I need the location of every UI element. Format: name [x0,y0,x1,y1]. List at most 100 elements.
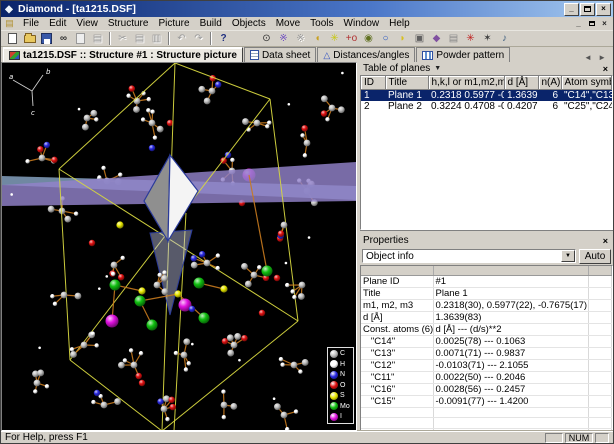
print-icon[interactable]: ▤ [89,31,106,46]
legend-ball-o [330,381,338,389]
property-row[interactable]: "C12"-0.0103(71) --- 2.1055 [361,359,612,371]
new-file-icon[interactable] [4,31,21,46]
properties-close-icon[interactable]: × [601,236,610,246]
property-label: "C12" [361,359,433,371]
property-value: 0.2318(30), 0.5977(22), -0.7675(17) [433,299,588,311]
document-icon[interactable]: ▤ [3,18,16,30]
menu-item-structure[interactable]: Structure [103,17,154,30]
crescent-icon[interactable]: ◗ [394,31,411,46]
property-value: d [Å] --- (d/s)**2 [433,323,588,335]
property-row[interactable]: Plane ID#1 [361,275,612,287]
property-row[interactable]: "C13"0.0071(71) --- 0.9837 [361,347,612,359]
spider-icon[interactable]: ✳ [462,31,479,46]
plane-id: 2 [361,101,385,112]
cell-icon[interactable]: ▣ [411,31,428,46]
tab-ta1215-dsf-structure-1-structu[interactable]: ta1215.DSF :: Structure #1 : Structure p… [3,47,243,62]
restore-button[interactable] [580,3,595,16]
close-button[interactable]: × [596,3,611,16]
tab-powder-pattern[interactable]: Powder pattern [416,47,510,62]
planes-column-header[interactable]: ID [361,76,385,89]
property-row[interactable]: "C14"0.0025(78) --- 0.1063 [361,335,612,347]
add-ligand-icon[interactable]: +o [343,31,360,46]
undo-icon[interactable]: ↶ [173,31,190,46]
window-title: Diamond - [ta1215.DSF] [18,3,136,15]
menu-item-picture[interactable]: Picture [153,17,194,30]
copy-icon[interactable]: ▤ [131,31,148,46]
menu-item-objects[interactable]: Objects [227,17,271,30]
add-atoms-icon[interactable]: ⊙ [258,31,275,46]
minimize-button[interactable]: _ [564,3,579,16]
planes-column-header[interactable]: h,k,l or m1,m2,m3 [428,76,504,89]
polyhedra-icon[interactable]: ◖ [309,31,326,46]
mdi-minimize-button[interactable]: _ [572,18,585,30]
legend-ball-mo [330,402,338,410]
plane-row[interactable]: 1Plane 10.2318 0.5977 -0.76751.36396"C14… [361,89,612,101]
toolbar-separator [210,32,212,45]
table-of-planes-close-icon[interactable]: × [601,64,610,74]
focus-icon[interactable]: ◉ [360,31,377,46]
redo-icon[interactable]: ↷ [190,31,207,46]
combo-dropdown-icon[interactable]: ▼ [561,250,575,262]
property-row[interactable]: "C11"0.0022(50) --- 0.2046 [361,371,612,383]
open-file-icon[interactable] [21,31,38,46]
ring-icon[interactable]: ○ [377,31,394,46]
menu-item-window[interactable]: Window [339,17,385,30]
planes-column-header[interactable]: Atom symbols [561,76,612,89]
legend-ball-n [330,371,338,379]
plane-id: 1 [361,89,385,101]
pane-menu-arrow-icon[interactable]: ▼ [434,65,441,72]
save-icon[interactable] [38,31,55,46]
property-row[interactable]: Const. atoms (6)d [Å] --- (d/s)**2 [361,323,612,335]
menu-item-edit[interactable]: Edit [44,17,71,30]
auto-button[interactable]: Auto [579,249,611,264]
menu-item-tools[interactable]: Tools [305,17,338,30]
legend-ball-i [330,413,338,421]
planes-column-header[interactable]: Title [385,76,428,89]
note-icon[interactable]: ♪ [496,31,513,46]
property-row[interactable]: d [Å]1.3639(83) [361,311,612,323]
tab-scroll-arrows[interactable]: ◄ ► [581,53,611,62]
property-row[interactable]: m1, m2, m30.2318(30), 0.5977(22), -0.767… [361,299,612,311]
plane-row[interactable]: 2Plane 20.3224 0.4708 -0.82120.42076"C25… [361,101,612,112]
cut-icon[interactable]: ✂ [114,31,131,46]
print-preview-icon[interactable] [72,31,89,46]
plane-atoms: "C25","C24... [561,101,612,112]
legend-ball-h [330,360,338,368]
menu-item-file[interactable]: File [18,17,44,30]
property-row[interactable]: "C15"-0.0091(77) --- 1.4200 [361,395,612,407]
right-panel: Table of planes ▼ × IDTitleh,k,l or m1,m… [360,62,613,431]
find-icon[interactable]: ∞ [55,31,72,46]
menu-item-help[interactable]: Help [384,17,415,30]
packing-icon[interactable]: ▤ [445,31,462,46]
diamond-tool-icon[interactable]: ◆ [428,31,445,46]
mdi-restore-button[interactable] [585,18,598,30]
legend-item: N [330,370,353,381]
mdi-close-button[interactable]: × [598,18,611,30]
property-value: 1.3639(83) [433,311,588,323]
tab-data-sheet[interactable]: Data sheet [244,47,316,62]
menu-item-move[interactable]: Move [271,17,305,30]
property-row[interactable]: TitlePlane 1 [361,287,612,299]
destroy-icon[interactable]: ※ [292,31,309,46]
menu-item-view[interactable]: View [71,17,103,30]
planes-column-header[interactable]: n(A) [538,76,561,89]
status-cell-2 [595,433,609,443]
cluster-icon[interactable]: ✳ [326,31,343,46]
star-icon[interactable]: ✶ [479,31,496,46]
table-of-planes-title: Table of planes [363,63,430,74]
status-message: For Help, press F1 [5,432,88,443]
context-help-icon[interactable]: ? [215,31,232,46]
legend-item: O [330,380,353,391]
planes-column-header[interactable]: d [Å] [504,76,538,89]
menu-item-build[interactable]: Build [195,17,227,30]
connect-atoms-icon[interactable]: ※ [275,31,292,46]
object-info-select[interactable]: Object info ▼ [362,249,576,263]
legend-label: C [340,350,345,357]
svg-text:a: a [9,73,13,81]
tab-distances-angles[interactable]: △Distances/angles [317,47,415,62]
paste-icon[interactable]: ▥ [148,31,165,46]
structure-3d-view[interactable]: abc CHNOSMoI [1,62,357,431]
legend-item: C [330,349,353,360]
property-row[interactable]: "C16"0.0028(56) --- 0.2457 [361,383,612,395]
app-icon: ◆ [3,3,15,15]
